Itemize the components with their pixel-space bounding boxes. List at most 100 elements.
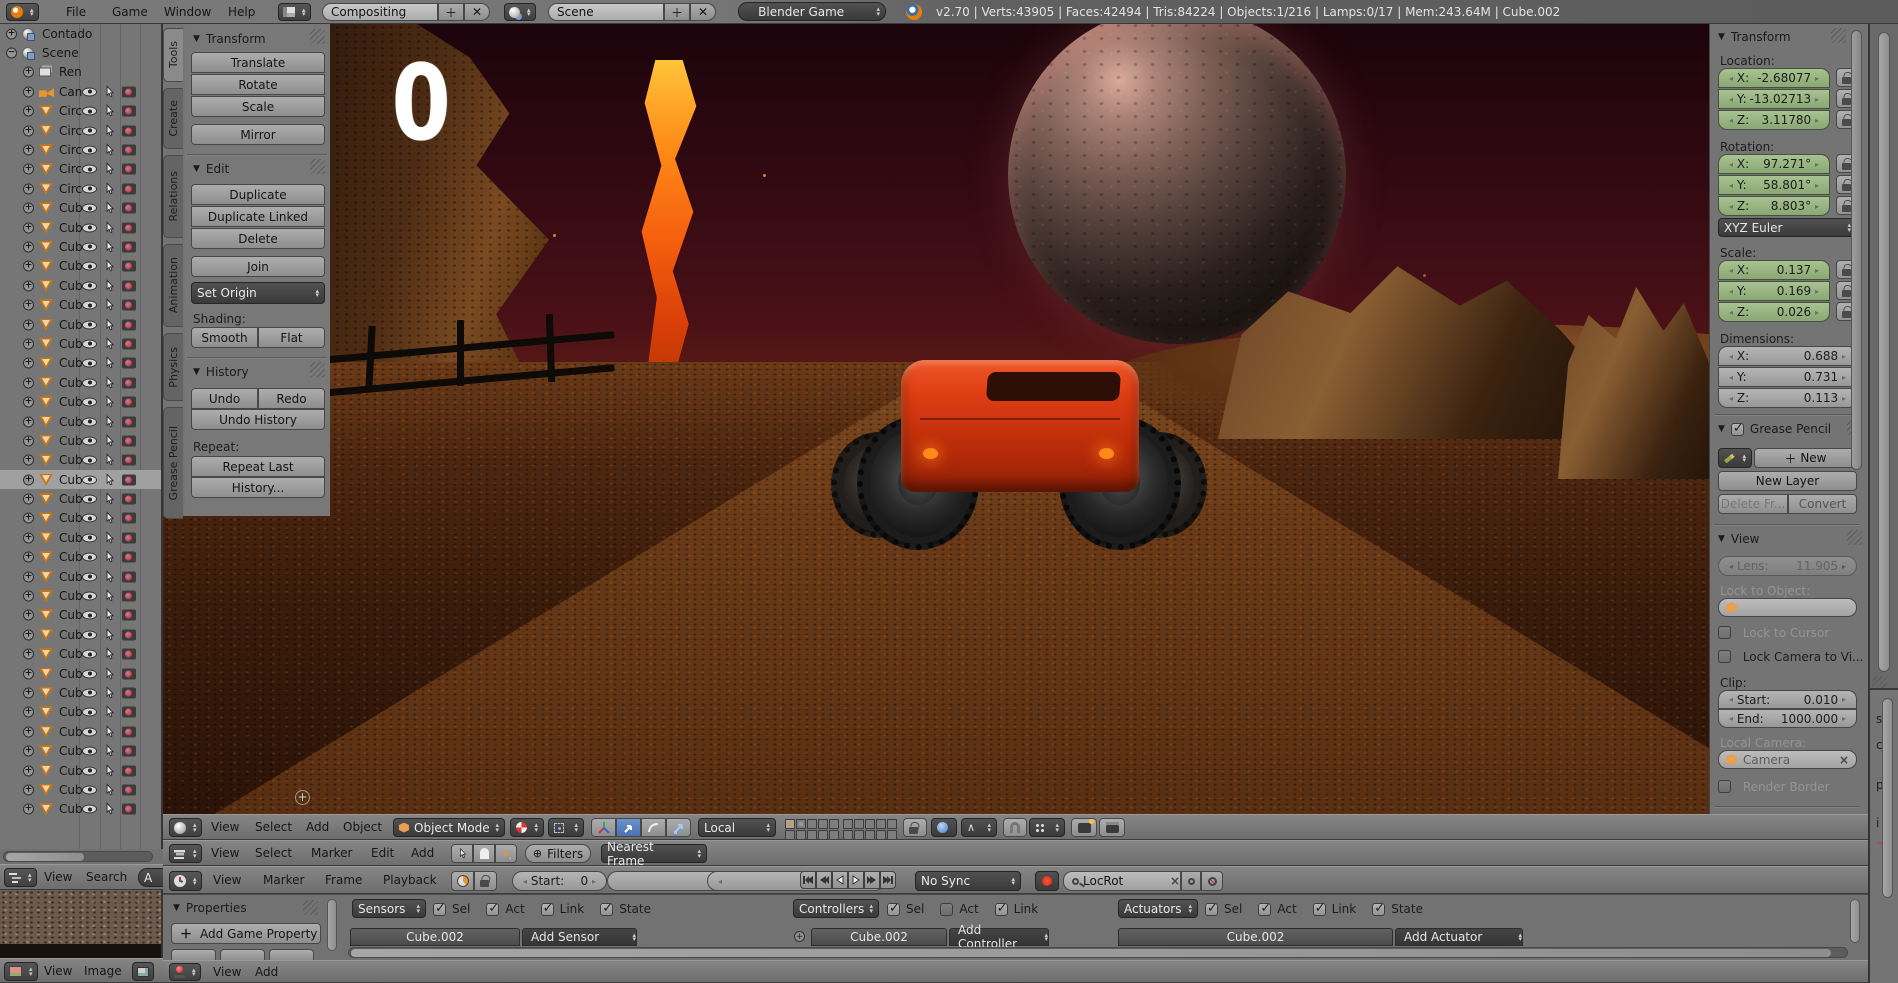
expand-icon[interactable]: +	[23, 261, 34, 272]
visibility-icon[interactable]	[82, 475, 97, 484]
play-reverse-button[interactable]	[832, 871, 848, 889]
renderability-icon[interactable]	[122, 532, 136, 543]
scene-name-field[interactable]: Scene	[548, 3, 664, 21]
image-menu-view[interactable]: View	[44, 959, 72, 982]
layer-cell[interactable]	[807, 819, 817, 829]
history-button[interactable]: History...	[191, 477, 325, 498]
axis-field-x[interactable]: ◂ X:0.137 ▸	[1718, 260, 1830, 280]
outliner-row[interactable]: +Cub	[0, 683, 161, 702]
close-layout-button[interactable]: ✕	[464, 3, 490, 21]
selectability-icon[interactable]	[103, 318, 116, 332]
selectability-icon[interactable]	[103, 298, 116, 312]
layer-cell[interactable]	[843, 819, 853, 829]
logic-hscrollbar[interactable]	[348, 947, 1848, 958]
panel-title-transform[interactable]: ▼Transform	[1718, 30, 1791, 44]
renderability-icon[interactable]	[122, 261, 136, 272]
timeline-menu-frame[interactable]: Frame	[325, 867, 362, 893]
outliner-row[interactable]: +Cub	[0, 509, 161, 528]
visibility-icon[interactable]	[82, 223, 97, 232]
selectability-icon[interactable]	[103, 85, 116, 99]
panel-title-history[interactable]: ▼History	[193, 365, 249, 379]
menu-game[interactable]: Game	[112, 0, 148, 23]
panel-title-grease-pencil[interactable]: ▼ Grease Pencil	[1718, 422, 1831, 436]
timeline-menu-view[interactable]: View	[213, 867, 241, 893]
expand-icon[interactable]: +	[23, 668, 34, 679]
renderability-icon[interactable]	[122, 610, 136, 621]
axis-field-y[interactable]: ◂ Y:58.801° ▸	[1718, 175, 1830, 195]
expand-icon[interactable]: +	[23, 513, 34, 524]
toolshelf-tab-grease-pencil[interactable]: Grease Pencil	[163, 407, 183, 519]
renderability-icon[interactable]	[122, 222, 136, 233]
snap-mode-select[interactable]: Nearest Frame▴▾	[601, 844, 707, 863]
visibility-icon[interactable]	[82, 727, 97, 736]
renderability-icon[interactable]	[122, 784, 136, 795]
render-display-select[interactable]	[931, 818, 957, 837]
renderability-icon[interactable]	[122, 319, 136, 330]
expand-icon[interactable]: +	[23, 784, 34, 795]
clear-keying-set-icon[interactable]: ×	[1170, 874, 1180, 888]
controllers-filter-select[interactable]: Controllers▴▾	[793, 899, 879, 918]
outliner-row[interactable]: +Cub	[0, 528, 161, 547]
checkbox-link[interactable]	[541, 903, 554, 916]
view3d-menu-view[interactable]: View	[211, 815, 239, 839]
layer-cell[interactable]	[829, 830, 839, 840]
menu-help[interactable]: Help	[228, 0, 255, 23]
outliner-row[interactable]: +Cub	[0, 548, 161, 567]
selectability-icon[interactable]	[103, 240, 116, 254]
outliner-row[interactable]: +Cub	[0, 741, 161, 760]
renderability-icon[interactable]	[122, 474, 136, 485]
renderability-icon[interactable]	[122, 668, 136, 679]
toolshelf-tab-relations[interactable]: Relations	[163, 155, 183, 238]
clip-start-field[interactable]: ◂ Start:0.010 ▸	[1718, 690, 1857, 709]
gp-convert-button[interactable]: Convert	[1788, 494, 1857, 514]
renderability-icon[interactable]	[122, 145, 136, 156]
properties-scrollbar[interactable]	[327, 899, 337, 951]
axis-field-z[interactable]: ◂ Z:3.11780 ▸	[1718, 110, 1830, 130]
expand-icon[interactable]: +	[23, 280, 34, 291]
layer-cell[interactable]	[829, 819, 839, 829]
layer-cell[interactable]	[796, 819, 806, 829]
duplicate-linked-button[interactable]: Duplicate Linked	[191, 206, 325, 227]
actuators-filter-select[interactable]: Actuators▴▾	[1118, 899, 1198, 918]
checkbox-link[interactable]	[995, 903, 1008, 916]
anim-menu-add[interactable]: Add	[411, 841, 434, 865]
anim-menu-view[interactable]: View	[211, 841, 239, 865]
lock-camera-checkbox[interactable]	[1718, 650, 1731, 663]
visibility-icon[interactable]	[82, 126, 97, 135]
mirror-button[interactable]: Mirror	[191, 124, 325, 145]
image-menu-image[interactable]: Image	[84, 959, 122, 982]
outliner-row[interactable]: +Cub	[0, 392, 161, 411]
visibility-icon[interactable]	[82, 514, 97, 523]
renderability-icon[interactable]	[122, 649, 136, 660]
outliner-row[interactable]: +Cub	[0, 489, 161, 508]
outliner-row[interactable]: +Cub	[0, 470, 161, 489]
axis-field-y[interactable]: ◂ Y:0.731 ▸	[1718, 367, 1857, 387]
anim-menu-select[interactable]: Select	[255, 841, 292, 865]
menu-file[interactable]: File	[66, 0, 86, 23]
checkbox-sel[interactable]	[887, 903, 900, 916]
controllers-object-bar[interactable]: Cube.002	[811, 928, 947, 946]
layer-cell[interactable]	[865, 830, 875, 840]
selectability-icon[interactable]	[103, 162, 116, 176]
time-display-button[interactable]	[451, 871, 474, 891]
strip-scrollbar2[interactable]	[1882, 698, 1893, 898]
selectability-icon[interactable]	[103, 143, 116, 157]
visibility-icon[interactable]	[82, 262, 97, 271]
layer-cell[interactable]	[876, 819, 886, 829]
outliner-row[interactable]: +Circ	[0, 179, 161, 198]
selectability-icon[interactable]	[103, 802, 116, 816]
outliner-row[interactable]: +Cub	[0, 625, 161, 644]
renderability-icon[interactable]	[122, 203, 136, 214]
jump-to-end-button[interactable]	[880, 871, 896, 889]
axis-field-y[interactable]: ◂ Y:0.169 ▸	[1718, 281, 1830, 301]
checkbox-sel[interactable]	[433, 903, 446, 916]
visibility-icon[interactable]	[82, 630, 97, 639]
renderability-icon[interactable]	[122, 416, 136, 427]
axis-field-z[interactable]: ◂ Z:8.803° ▸	[1718, 196, 1830, 216]
collapsed-properties-editor[interactable]: s c p i	[1868, 24, 1898, 983]
visibility-icon[interactable]	[82, 766, 97, 775]
play-button[interactable]	[848, 871, 864, 889]
visibility-icon[interactable]	[82, 592, 97, 601]
expand-icon[interactable]: +	[23, 106, 34, 117]
image-editor-preview[interactable]	[0, 890, 163, 958]
